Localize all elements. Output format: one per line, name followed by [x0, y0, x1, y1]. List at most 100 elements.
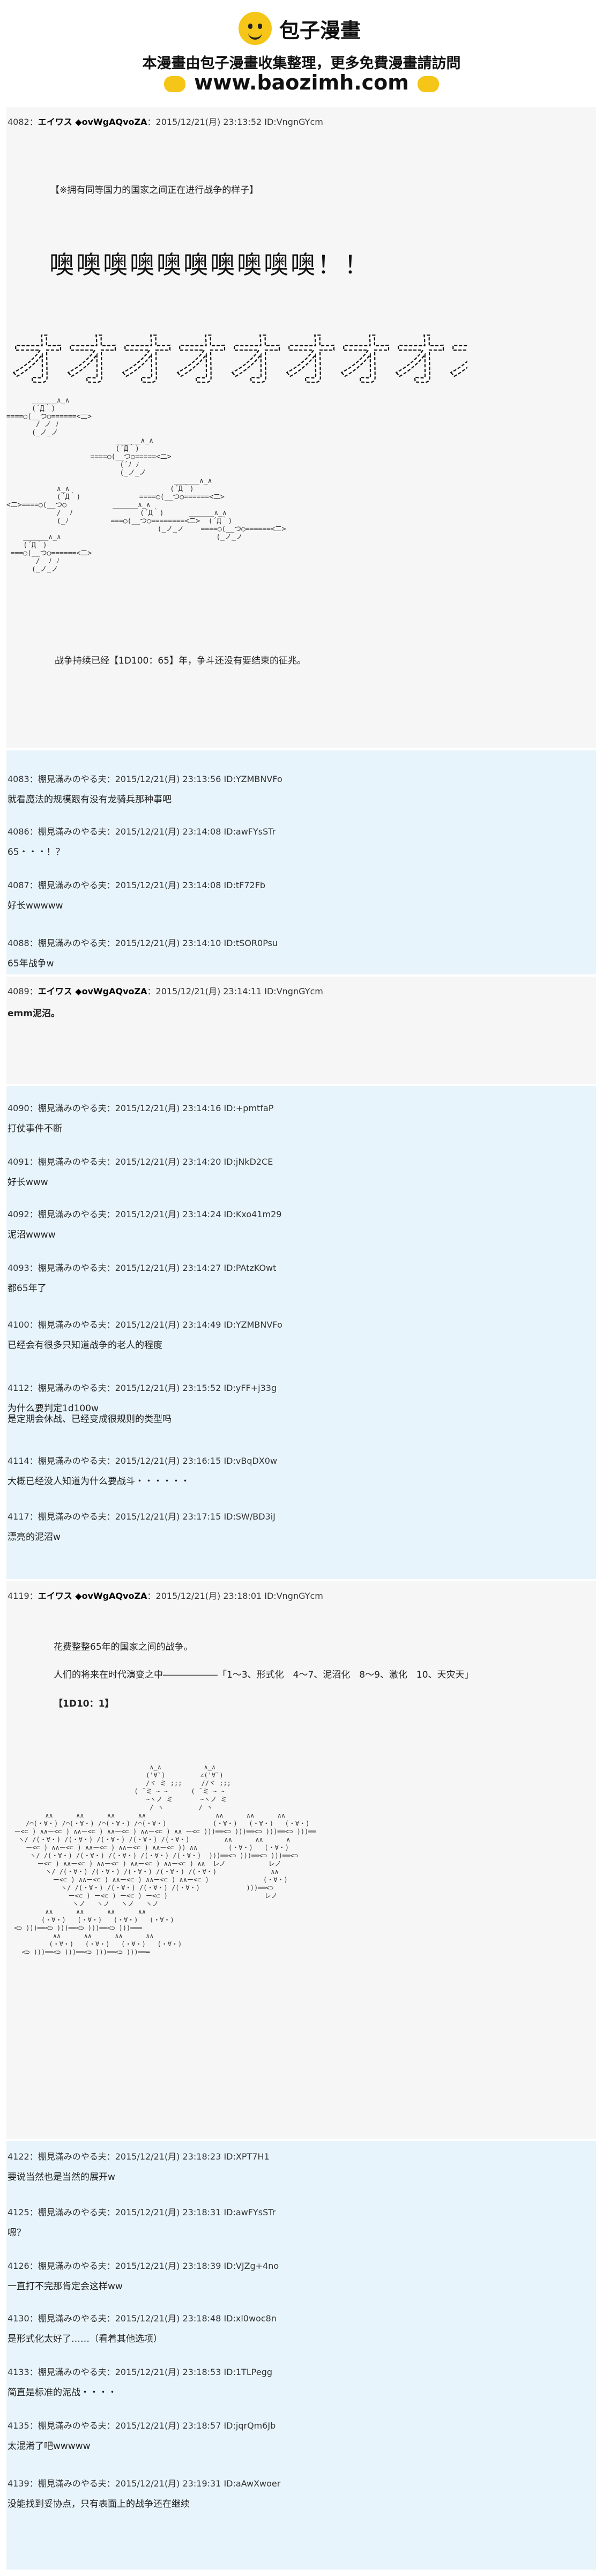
reply-post: 4133：棚見滿みのやる夫：2015/12/21(月) 23:18:53 ID:… [6, 2365, 596, 2398]
pointing-hand-right-icon [164, 76, 186, 92]
post-timestamp: ：棚見滿みのやる夫：2015/12/21(月) 23:16:15 ID:vBqD… [29, 1456, 278, 1466]
post-meta: 4086：棚見滿みのやる夫：2015/12/21(月) 23:14:08 ID:… [8, 824, 597, 837]
ascii-art-line: (_ﾉ ===○(__つ○========<二> (´Д｀) [6, 517, 233, 525]
post-text: 65・・・！？ [8, 847, 65, 858]
ascii-art-line: (´Д｀) [6, 445, 139, 453]
post-line: 战争持续已经【1D100：65】年，争斗还没有要结束的征兆。 [55, 656, 306, 666]
ascii-art-line: / ﾉ (´Д｀) ______∧_∧ [6, 509, 227, 517]
reply-post: 4092：棚見滿みのやる夫：2015/12/21(月) 23:14:24 ID:… [6, 1207, 597, 1240]
post-text: 嗯？ [8, 2228, 26, 2238]
ascii-art-line: ー<⊂ ) ー<⊂ ) ー<⊂ ) ー<⊂ ) レノ [6, 1892, 278, 1900]
post-number[interactable]: 4122 [8, 2151, 29, 2162]
katakana-text: オオオオオオオオオオ!! [9, 327, 467, 392]
post-text: 65年战争w [8, 958, 54, 969]
post-timestamp: ：棚見滿みのやる夫：2015/12/21(月) 23:14:16 ID:+pmt… [29, 1103, 274, 1113]
post-4082: 4082：エイワス ◆ovWgAQvoZA：2015/12/21(月) 23:1… [6, 107, 599, 748]
ascii-art-line: (・∀・) (・∀・) (・∀・) (・∀・) [6, 1916, 174, 1924]
post-number[interactable]: 4114 [8, 1456, 29, 1466]
ascii-art-soldiers: ______∧_∧ (´Д｀) ====○(__つ○======<二> / ノ ﾉ… [6, 397, 286, 574]
dice-result: 【1D10：1】 [54, 1699, 114, 1709]
ascii-art-line: ヽノ ヽノ ヽノ ヽノ [6, 1900, 159, 1908]
ascii-art-line: ∧_∧ (´Д｀) [6, 485, 194, 493]
post-meta: 4090：棚見滿みのやる夫：2015/12/21(月) 23:14:16 ID:… [8, 1101, 597, 1114]
post-number[interactable]: 4083 [8, 774, 29, 784]
post-number[interactable]: 4112 [8, 1383, 29, 1393]
post-meta: 4089：エイワス ◆ovWgAQvoZA：2015/12/21(月) 23:1… [8, 986, 323, 996]
ascii-art-line: ====○(__つ○=====<二> [6, 453, 172, 461]
post-number[interactable]: 4082 [8, 117, 29, 127]
post-timestamp: ：棚見滿みのやる夫：2015/12/21(月) 23:14:24 ID:Kxo4… [29, 1209, 282, 1219]
post-text: 大概已经没人知道为什么要战斗・・・・・・ [8, 1476, 190, 1487]
post-timestamp: ：2015/12/21(月) 23:14:11 ID:VngnGYcm [147, 986, 323, 996]
post-timestamp: ：棚見滿みのやる夫：2015/12/21(月) 23:17:15 ID:SW/B… [29, 1512, 276, 1522]
post-text: 好长wwwww [8, 900, 63, 911]
post-number[interactable]: 4117 [8, 1512, 29, 1522]
reply-post: 4093：棚見滿みのやる夫：2015/12/21(月) 23:14:27 ID:… [6, 1261, 597, 1294]
ascii-art-line: ∧∧ ∧∧ ∧∧ ∧∧ ∧∧ ∧∧ ∧∧ [6, 1812, 286, 1819]
post-number[interactable]: 4126 [8, 2261, 29, 2271]
reply-post: 4117：棚見滿みのやる夫：2015/12/21(月) 23:17:15 ID:… [6, 1509, 597, 1543]
post-number[interactable]: 4092 [8, 1209, 29, 1219]
post-timestamp: ：2015/12/21(月) 23:18:01 ID:VngnGYcm [147, 1591, 323, 1601]
post-timestamp: ：棚見滿みのやる夫：2015/12/21(月) 23:18:48 ID:xl0w… [29, 2313, 277, 2324]
site-logo[interactable]: 包子漫畫 [239, 12, 361, 45]
post-timestamp: ：棚見滿みのやる夫：2015/12/21(月) 23:15:52 ID:yFF+… [29, 1383, 277, 1393]
ascii-art-line: /ヾ ミ ;;; //ヾ ;;; [6, 1780, 231, 1787]
post-meta: 4130：棚見滿みのやる夫：2015/12/21(月) 23:18:48 ID:… [8, 2311, 597, 2324]
ascii-art-line: ( ̄ ミ ~ ~ ( ̄ ミ ~ ~ [6, 1788, 225, 1795]
post-text: 要说当然也是当然的展开w [8, 2172, 115, 2183]
post-timestamp: ：棚見滿みのやる夫：2015/12/21(月) 23:18:57 ID:jqrQ… [29, 2421, 276, 2431]
ascii-art-line: (・∀・) (・∀・) (・∀・) (・∀・) [6, 1940, 182, 1948]
post-meta: 4139：棚見滿みのやる夫：2015/12/21(月) 23:19:31 ID:… [8, 2476, 597, 2489]
post-number[interactable]: 4125 [8, 2207, 29, 2217]
post-meta: 4092：棚見滿みのやる夫：2015/12/21(月) 23:14:24 ID:… [8, 1207, 597, 1220]
post-number[interactable]: 4135 [8, 2421, 29, 2431]
site-url-row[interactable]: www.baozimh.com [0, 71, 603, 94]
post-text: 都65年了 [8, 1283, 47, 1294]
ascii-art-line: ====○(__つ○======<二> [6, 413, 92, 421]
post-text: 漂亮的泥沼w [8, 1532, 61, 1543]
post-timestamp: ：棚見滿みのやる夫：2015/12/21(月) 23:14:27 ID:PAtz… [29, 1263, 277, 1273]
post-meta: 4122：棚見滿みのやる夫：2015/12/21(月) 23:18:23 ID:… [8, 2149, 597, 2162]
ascii-art-line: ー<⊂ ) ∧∧ー<⊂ ) ∧∧ー<⊂ ) ∧∧ー<⊂ ) ∧∧ー<⊂ ) (・… [6, 1876, 288, 1883]
post-text: 泥沼wwww [8, 1230, 56, 1240]
post-text: 没能找到妥协点，只有表面上的战争还在继续 [8, 2499, 190, 2510]
post-number[interactable]: 4089 [8, 986, 29, 996]
post-number[interactable]: 4086 [8, 827, 29, 837]
post-number[interactable]: 4091 [8, 1157, 29, 1167]
post-number[interactable]: 4093 [8, 1263, 29, 1273]
post-number[interactable]: 4088 [8, 938, 29, 948]
ascii-art-line: ー<⊂ ) ∧∧ー<⊂ ) ∧∧ー<⊂ ) ∧∧ー<⊂ ) ∧∧ー<⊂ ) ∧∧… [6, 1828, 316, 1835]
reply-post: 4130：棚見滿みのやる夫：2015/12/21(月) 23:18:48 ID:… [6, 2311, 597, 2344]
post-timestamp: ：棚見滿みのやる夫：2015/12/21(月) 23:14:10 ID:tSOR… [29, 938, 278, 948]
ascii-art-line: ______∧_∧ (_ノ_ノ [6, 533, 243, 541]
reply-post: 4087：棚見滿みのやる夫：2015/12/21(月) 23:14:08 ID:… [6, 878, 597, 911]
ascii-art-line: ===○(__つ○======<二> [6, 549, 92, 557]
post-meta: 4117：棚見滿みのやる夫：2015/12/21(月) 23:17:15 ID:… [8, 1509, 597, 1522]
post-meta: 4087：棚見滿みのやる夫：2015/12/21(月) 23:14:08 ID:… [8, 878, 597, 891]
site-header: 包子漫畫 本漫畫由包子漫畫收集整理，更多免費漫畫請訪問 www.baozimh.… [0, 0, 603, 107]
post-timestamp: ：棚見滿みのやる夫：2015/12/21(月) 23:18:39 ID:VJZg… [29, 2261, 279, 2271]
ascii-art-line: ヽ/ /(・∀・) /(・∀・) /(・∀・) /(・∀・) )))══<⊃ [6, 1884, 274, 1892]
post-group-c: 4122：棚見滿みのやる夫：2015/12/21(月) 23:18:23 ID:… [6, 2141, 596, 2570]
pointing-hand-left-icon [417, 76, 439, 92]
post-meta: 4082：エイワス ◆ovWgAQvoZA：2015/12/21(月) 23:1… [8, 117, 323, 127]
post-number[interactable]: 4090 [8, 1103, 29, 1113]
ascii-art-line: <⊃ )))══<⊃ )))══<⊃ )))══<⊃ )))═══ [6, 1924, 142, 1932]
post-meta: 4091：棚見滿みのやる夫：2015/12/21(月) 23:14:20 ID:… [8, 1155, 597, 1167]
post-number[interactable]: 4119 [8, 1591, 29, 1601]
ascii-art-line: ______∧_∧ [6, 437, 153, 445]
post-timestamp: ：棚見滿みのやる夫：2015/12/21(月) 23:14:49 ID:YZMB… [29, 1320, 282, 1330]
post-meta: 4119：エイワス ◆ovWgAQvoZA：2015/12/21(月) 23:1… [8, 1591, 323, 1601]
post-number[interactable]: 4087 [8, 880, 29, 890]
post-text: 打仗事件不断 [8, 1123, 62, 1134]
post-number[interactable]: 4100 [8, 1320, 29, 1330]
post-number[interactable]: 4139 [8, 2478, 29, 2489]
poster-name: エイワス ◆ovWgAQvoZA [38, 1591, 147, 1601]
reply-post: 4126：棚見滿みのやる夫：2015/12/21(月) 23:18:39 ID:… [6, 2259, 596, 2292]
site-url[interactable]: www.baozimh.com [194, 71, 409, 94]
post-number[interactable]: 4130 [8, 2313, 29, 2324]
post-number[interactable]: 4133 [8, 2367, 29, 2377]
post-meta: 4093：棚見滿みのやる夫：2015/12/21(月) 23:14:27 ID:… [8, 1261, 597, 1274]
ascii-art-line: ∧∧ ∧∧ ∧∧ ∧∧ [6, 1932, 154, 1940]
